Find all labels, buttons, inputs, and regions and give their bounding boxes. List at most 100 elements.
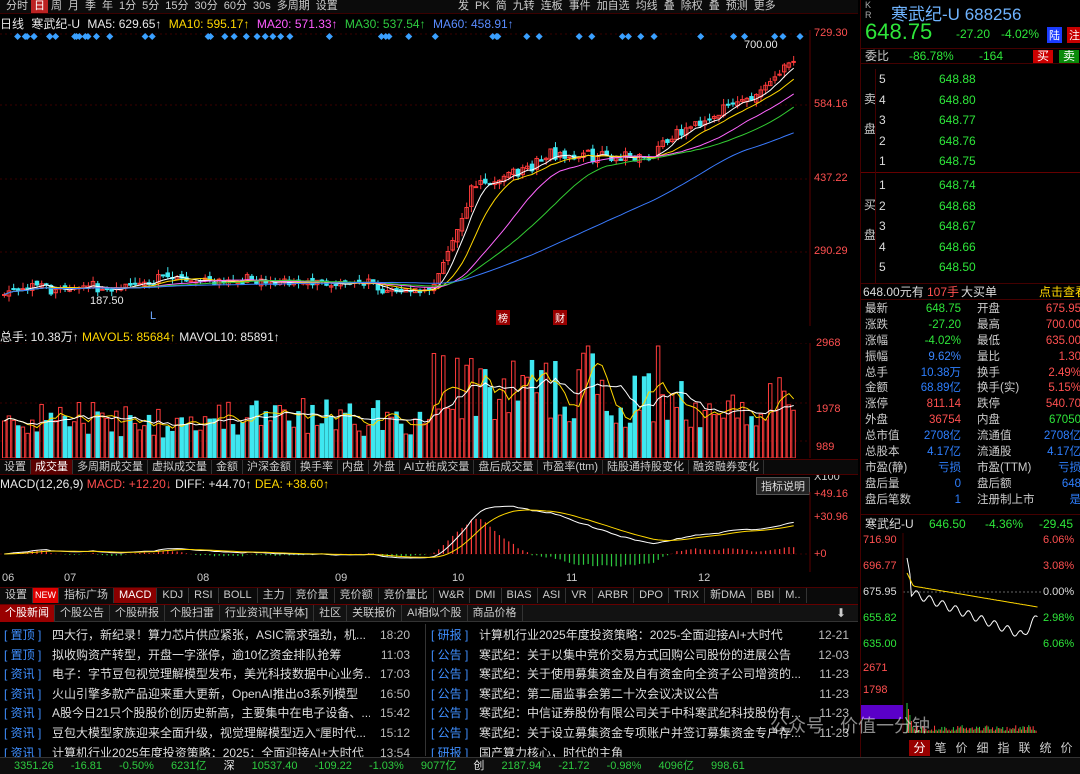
volume-indicator-tab[interactable]: 多周期成交量 — [73, 460, 148, 474]
news-item[interactable]: [ 资讯 ] 豆包大模型家族迎来全面升级，视觉理解模型迈入“厘时代... 15:12 — [4, 724, 416, 744]
period-tab[interactable]: 分时 — [3, 0, 31, 13]
indicator-tab[interactable]: M.. — [780, 588, 807, 603]
orderbook-level[interactable]: 2 648.76 — [861, 131, 1080, 152]
period-tab[interactable]: 周 — [48, 0, 65, 13]
toolbar-action[interactable]: 叠 — [661, 0, 678, 13]
news-title[interactable]: 寒武纪：中信证券股份有限公司关于中科寒武纪科技股份有... — [479, 704, 809, 724]
period-tab[interactable]: 年 — [99, 0, 116, 13]
period-tab[interactable]: 15分 — [162, 0, 191, 13]
news-tab[interactable]: AI相似个股 — [402, 605, 468, 622]
news-title[interactable]: 火山引擎多款产品迎来重大更新，OpenAI推出o3系列模型 — [52, 685, 370, 705]
orderbook-level[interactable]: 4 648.80 — [861, 90, 1080, 111]
news-title[interactable]: A股今日21只个股股价创历史新高，主要集中在电子设备、... — [52, 704, 370, 724]
volume-indicator-tab[interactable]: 内盘 — [338, 460, 369, 474]
period-tab[interactable]: 日 — [31, 0, 48, 13]
volume-indicator-tab[interactable]: 换手率 — [296, 460, 338, 474]
orderbook-level[interactable]: 3 648.67 — [861, 216, 1080, 237]
indicator-tab[interactable]: MACD — [114, 588, 158, 603]
candlestick-chart[interactable] — [0, 30, 858, 326]
period-tab[interactable]: 季 — [82, 0, 99, 13]
news-title[interactable]: 豆包大模型家族迎来全面升级，视觉理解模型迈入“厘时代... — [52, 724, 370, 744]
toolbar-action[interactable]: PK — [472, 0, 493, 13]
news-title[interactable]: 电子：字节豆包视觉理解模型发布，美光科技数据中心业务... — [52, 665, 370, 685]
indicator-tab[interactable]: 设置 — [0, 588, 33, 603]
indicator-tab[interactable]: 新DMA — [705, 588, 752, 603]
indicator-tab[interactable]: BOLL — [219, 588, 258, 603]
indicator-tab[interactable]: TRIX — [669, 588, 706, 603]
news-item[interactable]: [ 置顶 ] 四大行，新纪录！算力芯片供应紧张，ASIC需求强劲，机... 18:2… — [4, 626, 416, 646]
orderbook-level[interactable]: 5 648.88 — [861, 69, 1080, 90]
detail-tab[interactable]: 指 — [993, 740, 1014, 756]
indicator-tab[interactable]: NEW — [33, 588, 59, 603]
indicator-tab[interactable]: DPO — [634, 588, 669, 603]
indicator-tab[interactable]: 主力 — [258, 588, 291, 603]
orderbook-level[interactable]: 1 648.74 — [861, 175, 1080, 196]
news-item[interactable]: [ 研报 ] 计算机行业2025年度投资策略：2025-全面迎接AI+大时代 12-… — [431, 626, 855, 646]
news-title[interactable]: 拟收购资产转型，开盘一字涨停，逾10亿资金排队抢筹 — [52, 646, 370, 666]
orderbook-level[interactable]: 1 648.75 — [861, 151, 1080, 172]
period-tab[interactable]: 1分 — [116, 0, 139, 13]
toolbar-action[interactable]: 简 — [493, 0, 510, 13]
volume-indicator-tab[interactable]: 成交量 — [31, 460, 73, 474]
detail-tab[interactable]: 价 — [1056, 740, 1077, 756]
toolbar-action[interactable]: 加自选 — [594, 0, 633, 13]
period-tab[interactable]: 30s — [250, 0, 274, 13]
finance-badge[interactable]: 财 — [553, 310, 567, 325]
volume-indicator-tab[interactable]: 融资融券变化 — [689, 460, 765, 474]
toolbar-action[interactable]: 预测 — [723, 0, 751, 13]
news-tab[interactable]: 个股研报 — [110, 605, 165, 622]
period-tab[interactable]: 60分 — [221, 0, 250, 13]
toolbar-action[interactable]: 九转 — [510, 0, 538, 13]
news-tab[interactable]: 社区 — [314, 605, 348, 622]
indicator-tab[interactable]: 指标广场 — [59, 588, 114, 603]
news-item[interactable]: [ 资讯 ] 火山引擎多款产品迎来重大更新，OpenAI推出o3系列模型 16:50 — [4, 685, 416, 705]
news-title[interactable]: 寒武纪：第二届监事会第二十次会议决议公告 — [479, 685, 809, 705]
indicator-tab[interactable]: 竞价量比 — [379, 588, 434, 603]
news-tab[interactable]: 个股新闻 — [0, 605, 55, 622]
indicator-tab[interactable]: ASI — [538, 588, 567, 603]
indicator-tab[interactable]: BBI — [752, 588, 781, 603]
download-icon[interactable]: ⬇ — [836, 606, 846, 620]
detail-tab[interactable]: 分 — [909, 740, 930, 756]
detail-tab[interactable]: 统 — [1035, 740, 1056, 756]
news-tab[interactable]: 个股扫雷 — [165, 605, 220, 622]
big-buy-link[interactable]: 点击查看 — [1039, 284, 1080, 300]
volume-indicator-tab[interactable]: 市盈率(ttm) — [538, 460, 604, 474]
orderbook-level[interactable]: 5 648.50 — [861, 257, 1080, 278]
news-item[interactable]: [ 资讯 ] A股今日21只个股股价创历史新高，主要集中在电子设备、... 15:4… — [4, 704, 416, 724]
indicator-tab[interactable]: W&R — [434, 588, 471, 603]
indicator-tab[interactable]: 竞价额 — [335, 588, 379, 603]
period-tab[interactable]: 月 — [65, 0, 82, 13]
period-tab[interactable]: 30分 — [192, 0, 221, 13]
detail-tab[interactable]: 细 — [972, 740, 993, 756]
indicator-tab[interactable]: VR — [566, 588, 593, 603]
macd-chart[interactable] — [0, 492, 858, 572]
period-tab[interactable]: 5分 — [139, 0, 162, 13]
indicator-tab[interactable]: ARBR — [593, 588, 635, 603]
toolbar-action[interactable]: 事件 — [566, 0, 594, 13]
rank-badge[interactable]: 榜 — [496, 310, 510, 325]
volume-indicator-tab[interactable]: 沪深金额 — [243, 460, 296, 474]
toolbar-action[interactable]: 更多 — [751, 0, 779, 13]
detail-tab[interactable]: 联 — [1014, 740, 1035, 756]
news-title[interactable]: 四大行，新纪录！算力芯片供应紧张，ASIC需求强劲，机... — [52, 626, 370, 646]
toolbar-action[interactable]: 发 — [455, 0, 472, 13]
news-tab[interactable]: 关联报价 — [347, 605, 403, 622]
volume-indicator-tab[interactable]: AI立桩成交量 — [400, 460, 475, 474]
orderbook-level[interactable]: 4 648.66 — [861, 237, 1080, 258]
toolbar-action[interactable]: 除权 — [678, 0, 706, 13]
news-tab[interactable]: 个股公告 — [55, 605, 110, 622]
indicator-tab[interactable]: 竞价量 — [291, 588, 335, 603]
volume-indicator-tab[interactable]: 陆股通持股变化 — [603, 460, 690, 474]
period-tab[interactable]: 多周期 — [274, 0, 313, 13]
toolbar-action[interactable]: 连板 — [538, 0, 566, 13]
news-tab[interactable]: 行业资讯[半导体] — [220, 605, 315, 622]
volume-indicator-tab[interactable]: 虚拟成交量 — [148, 460, 212, 474]
news-title[interactable]: 计算机行业2025年度投资策略：2025-全面迎接AI+大时代 — [479, 626, 809, 646]
orderbook-level[interactable]: 2 648.68 — [861, 196, 1080, 217]
news-item[interactable]: [ 置顶 ] 拟收购资产转型，开盘一字涨停，逾10亿资金排队抢筹 11:03 — [4, 646, 416, 666]
news-title[interactable]: 寒武纪：关于使用募集资金及自有资金向全资子公司增资的... — [479, 665, 809, 685]
toolbar-action[interactable]: 均线 — [633, 0, 661, 13]
news-title[interactable]: 寒武纪：关于以集中竞价交易方式回购公司股份的进展公告 — [479, 646, 809, 666]
detail-tab[interactable]: 价 — [951, 740, 972, 756]
